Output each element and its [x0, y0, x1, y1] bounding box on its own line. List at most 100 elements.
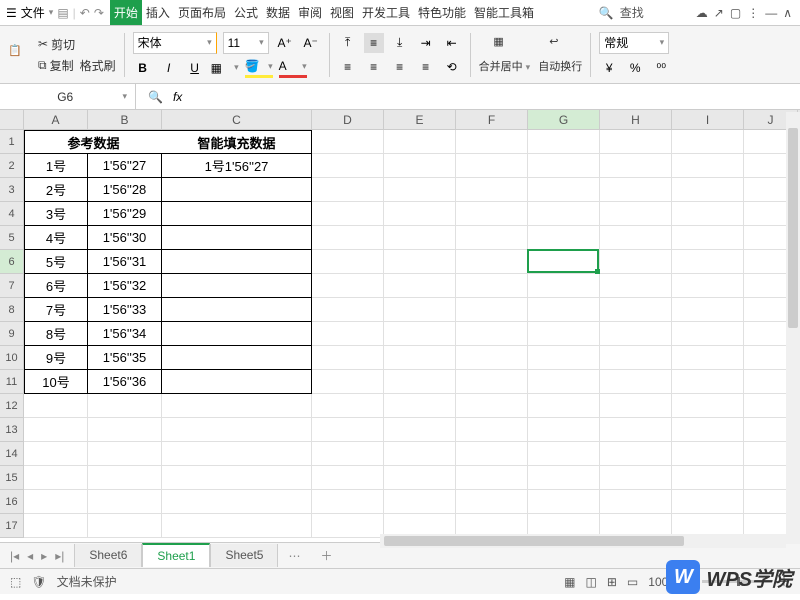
cell-A14[interactable]	[24, 442, 88, 466]
tab-公式[interactable]: 公式	[230, 0, 262, 25]
view1-icon[interactable]: ▦	[564, 575, 575, 589]
cell-B16[interactable]	[88, 490, 162, 514]
cell-C17[interactable]	[162, 514, 312, 538]
cell-H11[interactable]	[600, 370, 672, 394]
save-icon[interactable]: ▤	[57, 6, 68, 20]
cell-G13[interactable]	[528, 418, 600, 442]
cell-C10[interactable]	[162, 346, 312, 370]
cell-D2[interactable]	[312, 154, 384, 178]
align-middle-icon[interactable]: ≡	[364, 33, 384, 53]
cell-I14[interactable]	[672, 442, 744, 466]
cell-B8[interactable]: 1'56''33	[88, 298, 162, 322]
cell-I10[interactable]	[672, 346, 744, 370]
col-header-C[interactable]: C	[162, 110, 312, 129]
cell-B7[interactable]: 1'56''32	[88, 274, 162, 298]
font-name-select[interactable]: 宋体▾	[133, 32, 217, 54]
cell-H14[interactable]	[600, 442, 672, 466]
cell-D11[interactable]	[312, 370, 384, 394]
cell-I4[interactable]	[672, 202, 744, 226]
cell-E6[interactable]	[384, 250, 456, 274]
cell-D8[interactable]	[312, 298, 384, 322]
col-header-G[interactable]: G	[528, 110, 600, 129]
tab-智能工具箱[interactable]: 智能工具箱	[470, 0, 538, 25]
sheet-last-icon[interactable]: ▸|	[55, 549, 64, 563]
box-icon[interactable]: ▢	[730, 6, 741, 20]
wrap-text-button[interactable]: ↩ 自动换行	[538, 35, 582, 74]
merge-cells-button[interactable]: ▦ 合并居中 ▾	[479, 35, 531, 74]
cell-A4[interactable]: 3号	[24, 202, 88, 226]
file-menu[interactable]: 文件	[21, 4, 45, 21]
tab-视图[interactable]: 视图	[326, 0, 358, 25]
align-right-icon[interactable]: ≡	[390, 57, 410, 77]
italic-button[interactable]: I	[159, 58, 179, 78]
currency-icon[interactable]: ¥	[599, 58, 619, 78]
cell-F6[interactable]	[456, 250, 528, 274]
cell-G9[interactable]	[528, 322, 600, 346]
row-header-8[interactable]: 8	[0, 298, 24, 322]
cell-F12[interactable]	[456, 394, 528, 418]
add-sheet-button[interactable]: ＋	[310, 547, 342, 564]
cell-D17[interactable]	[312, 514, 384, 538]
row-header-2[interactable]: 2	[0, 154, 24, 178]
cell-I9[interactable]	[672, 322, 744, 346]
cell-C7[interactable]	[162, 274, 312, 298]
percent-icon[interactable]: %	[625, 58, 645, 78]
comma-icon[interactable]: ⁰⁰	[651, 58, 671, 78]
row-header-7[interactable]: 7	[0, 274, 24, 298]
cell-G11[interactable]	[528, 370, 600, 394]
cell-G1[interactable]	[528, 130, 600, 154]
cell-D5[interactable]	[312, 226, 384, 250]
cell-E14[interactable]	[384, 442, 456, 466]
undo-icon[interactable]: ↶	[80, 6, 90, 20]
minimize-icon[interactable]: —	[765, 6, 777, 20]
cell-H2[interactable]	[600, 154, 672, 178]
cell-I15[interactable]	[672, 466, 744, 490]
cell-I12[interactable]	[672, 394, 744, 418]
cell-C12[interactable]	[162, 394, 312, 418]
cell-C4[interactable]	[162, 202, 312, 226]
cell-F7[interactable]	[456, 274, 528, 298]
col-header-F[interactable]: F	[456, 110, 528, 129]
decrease-font-icon[interactable]: A⁻	[301, 33, 321, 53]
row-header-5[interactable]: 5	[0, 226, 24, 250]
cell-G16[interactable]	[528, 490, 600, 514]
app-menu-icon[interactable]: ☰	[6, 6, 17, 20]
cell-G2[interactable]	[528, 154, 600, 178]
row-header-4[interactable]: 4	[0, 202, 24, 226]
cell-E12[interactable]	[384, 394, 456, 418]
cell-F16[interactable]	[456, 490, 528, 514]
copy-button[interactable]: ⧉ 复制	[38, 57, 74, 74]
row-header-12[interactable]: 12	[0, 394, 24, 418]
cell-G3[interactable]	[528, 178, 600, 202]
cell-D7[interactable]	[312, 274, 384, 298]
sheet-tab-Sheet5[interactable]: Sheet5	[210, 544, 278, 567]
select-all-corner[interactable]	[0, 110, 24, 130]
cell-B15[interactable]	[88, 466, 162, 490]
cell-B5[interactable]: 1'56''30	[88, 226, 162, 250]
cell-E13[interactable]	[384, 418, 456, 442]
cell-G7[interactable]	[528, 274, 600, 298]
tab-插入[interactable]: 插入	[142, 0, 174, 25]
tab-开始[interactable]: 开始	[110, 0, 142, 25]
cell-F11[interactable]	[456, 370, 528, 394]
cell-B10[interactable]: 1'56''35	[88, 346, 162, 370]
cell-C2[interactable]: 1号1'56''27	[162, 154, 312, 178]
status-icon[interactable]: ⬚	[10, 575, 21, 589]
cell-H1[interactable]	[600, 130, 672, 154]
cell-H16[interactable]	[600, 490, 672, 514]
cell-I13[interactable]	[672, 418, 744, 442]
cell-D13[interactable]	[312, 418, 384, 442]
name-box[interactable]: G6 ▾	[0, 84, 136, 109]
cell-A17[interactable]	[24, 514, 88, 538]
cell-H3[interactable]	[600, 178, 672, 202]
sheet-prev-icon[interactable]: ◂	[27, 549, 33, 563]
cell-G6[interactable]	[528, 250, 600, 274]
cell-G5[interactable]	[528, 226, 600, 250]
cell-H7[interactable]	[600, 274, 672, 298]
cell-F8[interactable]	[456, 298, 528, 322]
cell-A15[interactable]	[24, 466, 88, 490]
col-header-D[interactable]: D	[312, 110, 384, 129]
search-icon[interactable]: 🔍	[599, 6, 614, 20]
cell-A12[interactable]	[24, 394, 88, 418]
justify-icon[interactable]: ≡	[416, 57, 436, 77]
